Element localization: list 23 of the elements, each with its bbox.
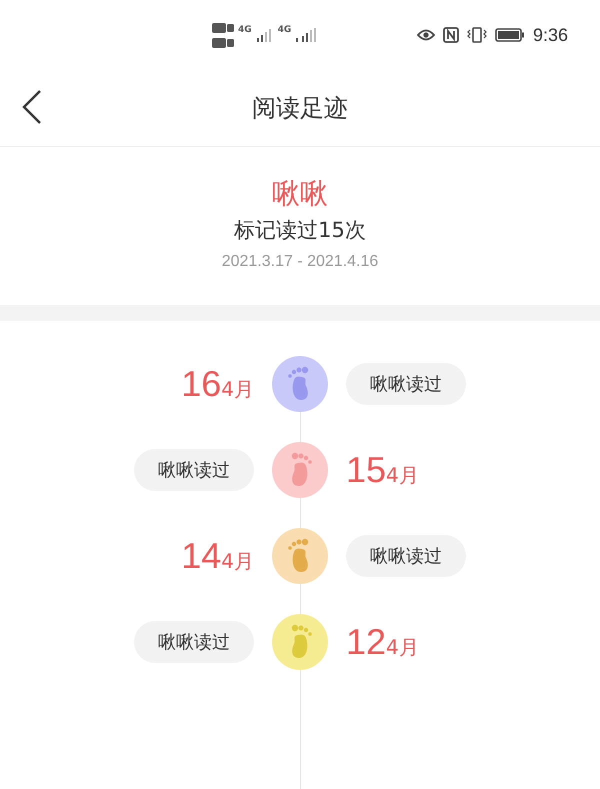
date-label: 164月 (181, 363, 254, 405)
eye-icon (416, 29, 435, 41)
hd-sim-icon (212, 38, 234, 48)
network-type: 4G (278, 24, 292, 34)
network-type: 4G (238, 24, 252, 34)
clock-time: 9:36 (532, 24, 568, 46)
read-tag: 啾啾读过 (346, 535, 466, 577)
page-title: 阅读足迹 (252, 93, 348, 124)
nfc-icon (442, 27, 459, 43)
date-label: 124月 (346, 621, 419, 663)
user-name: 啾啾 (272, 176, 328, 212)
read-tag: 啾啾读过 (134, 449, 254, 491)
battery-icon (494, 28, 525, 42)
hd-sim-icon (212, 22, 234, 32)
read-tag: 啾啾读过 (346, 363, 466, 405)
vibrate-icon (466, 27, 487, 43)
date-label: 144月 (181, 535, 254, 577)
signal-icon (256, 27, 274, 43)
back-button[interactable] (22, 90, 42, 124)
read-tag: 啾啾读过 (134, 621, 254, 663)
date-range: 2021.3.17 - 2021.4.16 (222, 252, 378, 272)
read-count: 标记读过15次 (234, 217, 366, 244)
date-label: 154月 (346, 449, 419, 491)
